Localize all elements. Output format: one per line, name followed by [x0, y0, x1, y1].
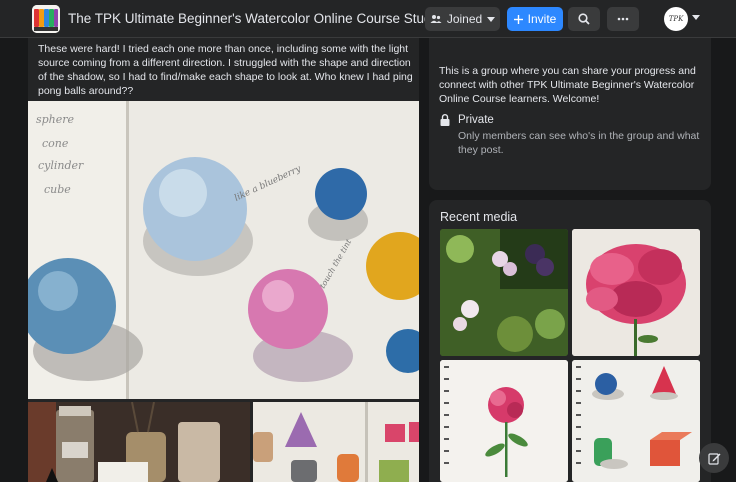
avatar[interactable]: TPK — [664, 7, 688, 31]
media-thumbnail-garden[interactable] — [440, 229, 568, 356]
more-options-button[interactable] — [607, 7, 639, 31]
recent-media-card: Recent media — [429, 200, 711, 482]
group-title[interactable]: The TPK Ultimate Beginner's Watercolor O… — [68, 11, 457, 26]
search-button[interactable] — [568, 7, 600, 31]
privacy-title: Private — [458, 114, 494, 126]
lock-icon — [440, 114, 450, 126]
post-photo-shapes[interactable] — [253, 402, 419, 482]
group-header: The TPK Ultimate Beginner's Watercolor O… — [0, 0, 736, 38]
sketch-word-sphere: sphere — [36, 113, 75, 126]
invite-button[interactable]: Invite — [507, 7, 563, 31]
group-description: This is a group where you can share your… — [439, 65, 696, 105]
edit-icon — [707, 452, 721, 465]
search-icon — [578, 13, 590, 25]
sketch-word-cone: cone — [42, 137, 69, 150]
chevron-down-icon — [487, 16, 496, 22]
post-card: These were hard! I tried each one more t… — [28, 38, 419, 482]
joined-label: Joined — [446, 12, 483, 26]
media-thumbnail-flower-sketchbook[interactable] — [440, 360, 568, 482]
group-thumbnail[interactable] — [32, 5, 60, 33]
recent-media-title: Recent media — [440, 210, 518, 224]
media-thumbnail-shapes-sketchbook[interactable] — [572, 360, 700, 482]
post-text: These were hard! I tried each one more t… — [38, 43, 413, 97]
joined-button[interactable]: Joined — [425, 7, 500, 31]
compose-button[interactable] — [699, 443, 729, 473]
invite-label: Invite — [527, 12, 557, 26]
post-photo-supplies[interactable] — [28, 402, 250, 482]
people-icon — [430, 14, 442, 24]
more-icon — [617, 17, 629, 21]
sketch-word-cylinder: cylinder — [38, 159, 84, 172]
about-card: This is a group where you can share your… — [429, 38, 711, 190]
media-thumbnail-pink-flower[interactable] — [572, 229, 700, 356]
privacy-description: Only members can see who's in the group … — [458, 130, 700, 156]
sketch-word-cube: cube — [44, 183, 71, 196]
account-chevron-icon[interactable] — [692, 15, 700, 20]
plus-icon — [513, 14, 523, 24]
post-photo-spheres[interactable]: sphere cone cylinder cube like a blueber… — [28, 101, 419, 399]
